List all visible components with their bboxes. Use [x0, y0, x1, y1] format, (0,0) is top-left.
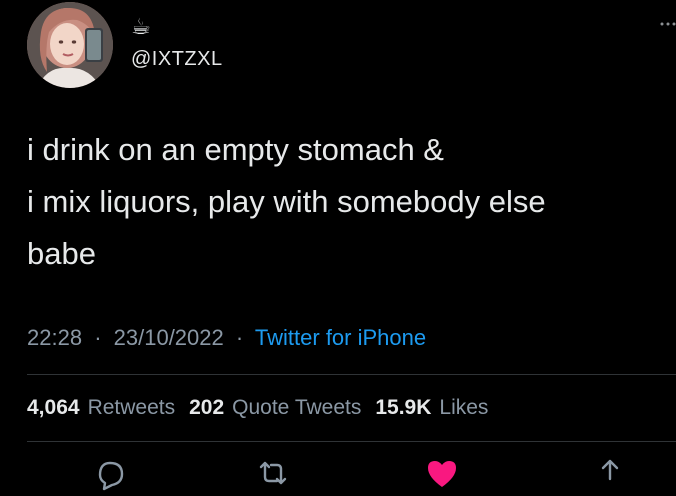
user-handle[interactable]: @IXTZXL: [131, 45, 223, 73]
tweet-stats: 4,064 Retweets 202 Quote Tweets 15.9K Likes: [27, 393, 488, 423]
tweet: ☕ @IXTZXL i drink on an empty stomach & …: [0, 0, 676, 491]
reply-icon[interactable]: [92, 455, 128, 491]
action-bar: [0, 455, 676, 491]
likes-stat[interactable]: 15.9K Likes: [375, 396, 488, 419]
heart-icon[interactable]: [424, 455, 460, 491]
likes-count: 15.9K: [375, 396, 432, 419]
retweets-stat[interactable]: 4,064 Retweets: [27, 396, 175, 419]
tweet-text-line: i drink on an empty stomach &: [27, 132, 444, 167]
quotes-count: 202: [189, 396, 225, 419]
avatar[interactable]: [27, 2, 113, 88]
meta-separator: ·: [94, 325, 102, 350]
divider: [27, 441, 676, 442]
retweet-icon[interactable]: [255, 455, 291, 491]
quotes-label: Quote Tweets: [232, 396, 362, 419]
avatar-image: [27, 2, 113, 88]
tweet-date[interactable]: 23/10/2022: [114, 325, 224, 350]
coffee-emoji: ☕: [131, 14, 151, 39]
tweet-text: i drink on an empty stomach & i mix liqu…: [27, 124, 657, 280]
likes-label: Likes: [439, 396, 489, 419]
quotes-stat[interactable]: 202 Quote Tweets: [189, 396, 361, 419]
display-name[interactable]: ☕: [131, 12, 151, 42]
tweet-meta: 22:28 · 23/10/2022 · Twitter for iPhone: [27, 323, 426, 353]
share-icon[interactable]: [592, 455, 628, 491]
divider: [27, 374, 676, 375]
tweet-source-link[interactable]: Twitter for iPhone: [255, 325, 426, 350]
tweet-text-line: i mix liquors, play with somebody else: [27, 184, 546, 219]
meta-separator: ·: [235, 325, 244, 350]
retweets-label: Retweets: [87, 396, 176, 419]
retweets-count: 4,064: [27, 396, 80, 419]
more-icon[interactable]: [658, 18, 676, 30]
tweet-time[interactable]: 22:28: [27, 325, 82, 350]
tweet-text-line: babe: [27, 236, 96, 271]
